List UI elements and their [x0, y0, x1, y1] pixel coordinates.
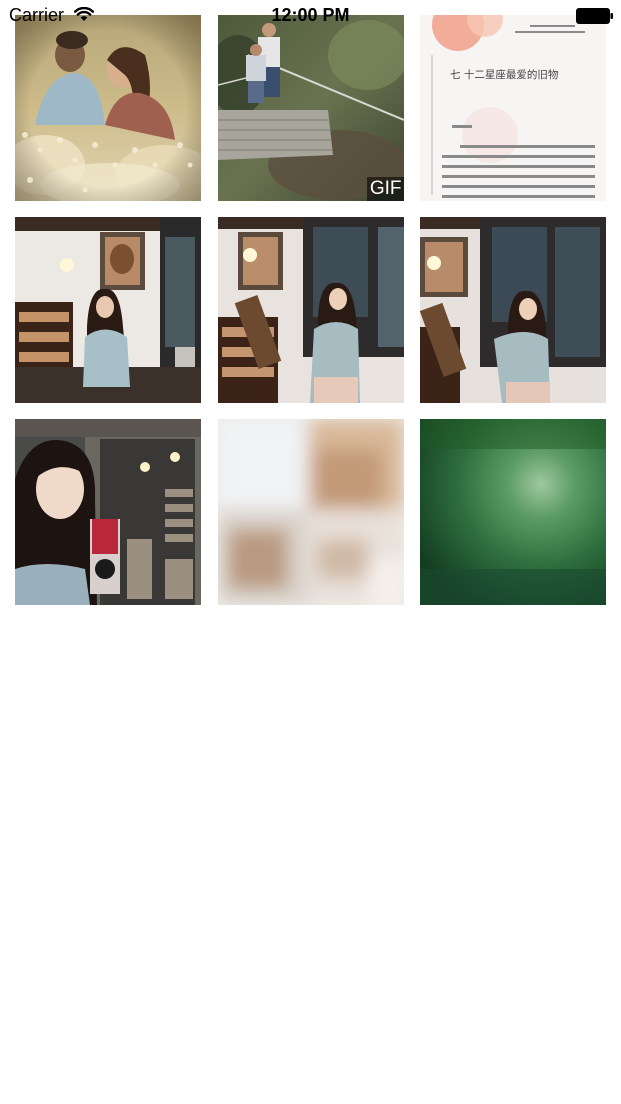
photo-thumbnail-5[interactable]: [217, 217, 404, 403]
photo-thumbnail-2[interactable]: GIF: [217, 15, 404, 201]
photo-thumbnail-6[interactable]: [420, 217, 606, 403]
girl-in-cafe-1-image: [15, 217, 201, 403]
couple-in-flower-field-image: [15, 15, 201, 201]
page-heading-text: 七 十二星座最爱的旧物: [450, 68, 558, 81]
photo-thumbnail-4[interactable]: [15, 217, 201, 403]
green-blur-photo-image: [420, 419, 606, 605]
girl-in-cafe-3-image: [420, 217, 606, 403]
blurred-photo-image: [217, 419, 404, 605]
photo-thumbnail-7[interactable]: [15, 419, 201, 605]
photo-thumbnail-8[interactable]: [217, 419, 404, 605]
photo-grid: GIF 七 十二星座最爱的旧物: [15, 15, 606, 605]
photo-thumbnail-3[interactable]: 七 十二星座最爱的旧物: [420, 15, 606, 201]
girl-at-window-image: [15, 419, 201, 605]
girl-in-cafe-2-image: [217, 217, 404, 403]
chinese-text-page-image: 七 十二星座最爱的旧物: [420, 15, 606, 201]
photo-thumbnail-9[interactable]: [420, 419, 606, 605]
rope-bridge-adventure-image: [217, 15, 404, 201]
gif-badge: GIF: [366, 177, 404, 201]
photo-thumbnail-1[interactable]: [15, 15, 201, 201]
